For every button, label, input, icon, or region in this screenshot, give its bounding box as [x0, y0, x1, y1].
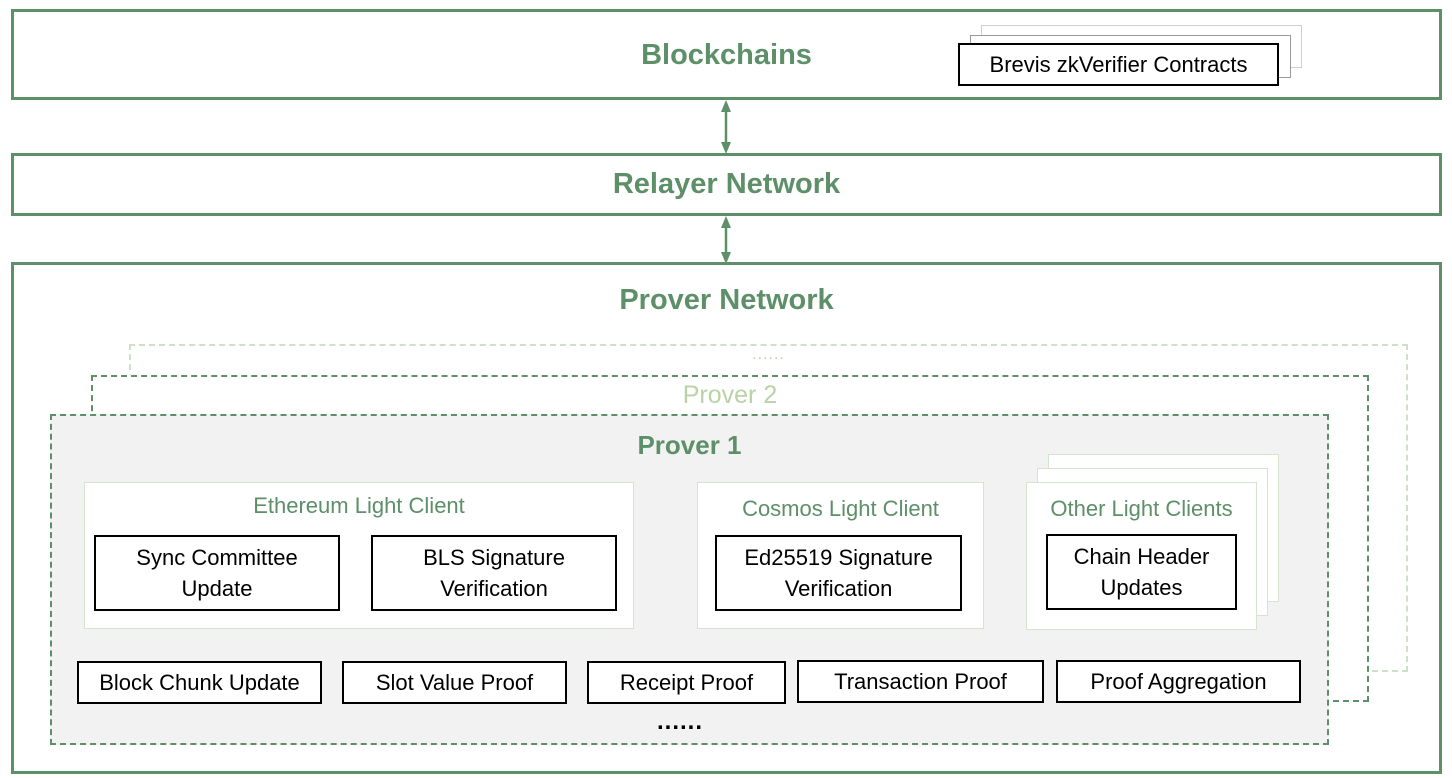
other-light-clients-title: Other Light Clients — [1050, 496, 1233, 521]
module-box: Transaction Proof — [797, 660, 1044, 703]
module-box: Proof Aggregation — [1056, 660, 1301, 703]
prover-network-title: Prover Network — [619, 284, 834, 316]
ethereum-light-client-title: Ethereum Light Client — [253, 493, 465, 518]
more-modules-ellipsis: ...... — [656, 708, 703, 735]
module-box: Slot Value Proof — [342, 661, 567, 704]
bidirectional-arrow-icon — [721, 100, 731, 154]
relayer-network-layer: Relayer Network — [11, 153, 1442, 216]
relayer-network-title: Relayer Network — [612, 168, 841, 200]
zkverifier-contracts-label: Brevis zkVerifier Contracts — [989, 52, 1248, 77]
module-label: Slot Value Proof — [375, 670, 534, 695]
more-provers-ellipsis: ...... — [752, 346, 785, 363]
ed25519-signature-verification-box: Ed25519 Signature Verification — [715, 535, 962, 611]
module-label: Receipt Proof — [619, 670, 754, 695]
bidirectional-arrow-icon — [721, 216, 731, 264]
sync-committee-update-label: Sync Committee Update — [136, 545, 298, 601]
chain-header-updates-box: Chain Header Updates — [1046, 534, 1237, 610]
module-label: Block Chunk Update — [99, 670, 300, 695]
chain-header-updates-label: Chain Header Updates — [1073, 544, 1210, 600]
module-box: Block Chunk Update — [77, 661, 322, 704]
bls-signature-verification-box: BLS Signature Verification — [371, 535, 617, 611]
module-label: Transaction Proof — [834, 669, 1007, 694]
bls-signature-verification-label: BLS Signature Verification — [423, 545, 565, 601]
module-box: Receipt Proof — [587, 661, 786, 704]
module-label: Proof Aggregation — [1090, 669, 1267, 694]
cosmos-light-client-title: Cosmos Light Client — [742, 496, 939, 521]
zkverifier-contracts-box: Brevis zkVerifier Contracts — [958, 43, 1279, 86]
sync-committee-update-box: Sync Committee Update — [94, 535, 340, 611]
ed25519-signature-verification-label: Ed25519 Signature Verification — [744, 545, 933, 601]
prover-2-title: Prover 2 — [682, 381, 778, 409]
